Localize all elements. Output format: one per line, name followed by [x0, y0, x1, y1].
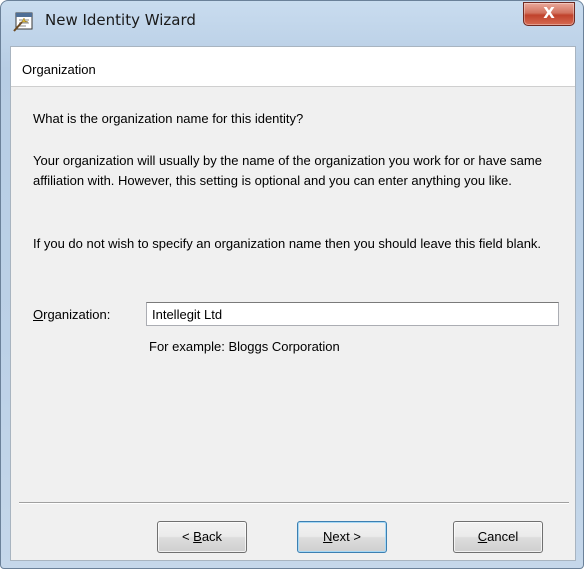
back-button[interactable]: < Back — [157, 521, 247, 553]
back-button-prefix: < — [181, 529, 194, 544]
title-bar[interactable]: New Identity Wizard X — [1, 1, 583, 39]
question-text: What is the organization name for this i… — [33, 111, 304, 126]
wizard-client-area: Organization What is the organization na… — [10, 46, 576, 561]
wizard-window: New Identity Wizard X Organization What … — [0, 0, 584, 569]
close-icon: X — [543, 4, 555, 22]
wizard-app-icon — [13, 12, 33, 32]
organization-label-text: rganization: — [43, 307, 111, 322]
organization-label: Organization: — [33, 307, 110, 322]
back-button-mnemonic: B — [193, 529, 202, 544]
cancel-button-label: ancel — [487, 529, 519, 544]
organization-input[interactable] — [146, 302, 559, 326]
example-hint: For example: Bloggs Corporation — [149, 339, 340, 354]
cancel-button[interactable]: Cancel — [453, 521, 543, 553]
wizard-header: Organization — [11, 47, 575, 87]
organization-label-mnemonic: O — [33, 307, 44, 322]
page-title: Organization — [22, 62, 96, 77]
blank-hint-paragraph: If you do not wish to specify an organiz… — [33, 236, 542, 251]
cancel-button-mnemonic: C — [477, 529, 488, 544]
description-paragraph: Your organization will usually by the na… — [33, 153, 542, 188]
close-button[interactable]: X — [523, 2, 575, 26]
back-button-label: ack — [201, 529, 223, 544]
window-title: New Identity Wizard — [45, 11, 196, 29]
next-button-label: ext > — [332, 529, 361, 544]
divider — [19, 502, 569, 504]
next-button-mnemonic: N — [323, 529, 333, 544]
next-button[interactable]: Next > — [297, 521, 387, 553]
